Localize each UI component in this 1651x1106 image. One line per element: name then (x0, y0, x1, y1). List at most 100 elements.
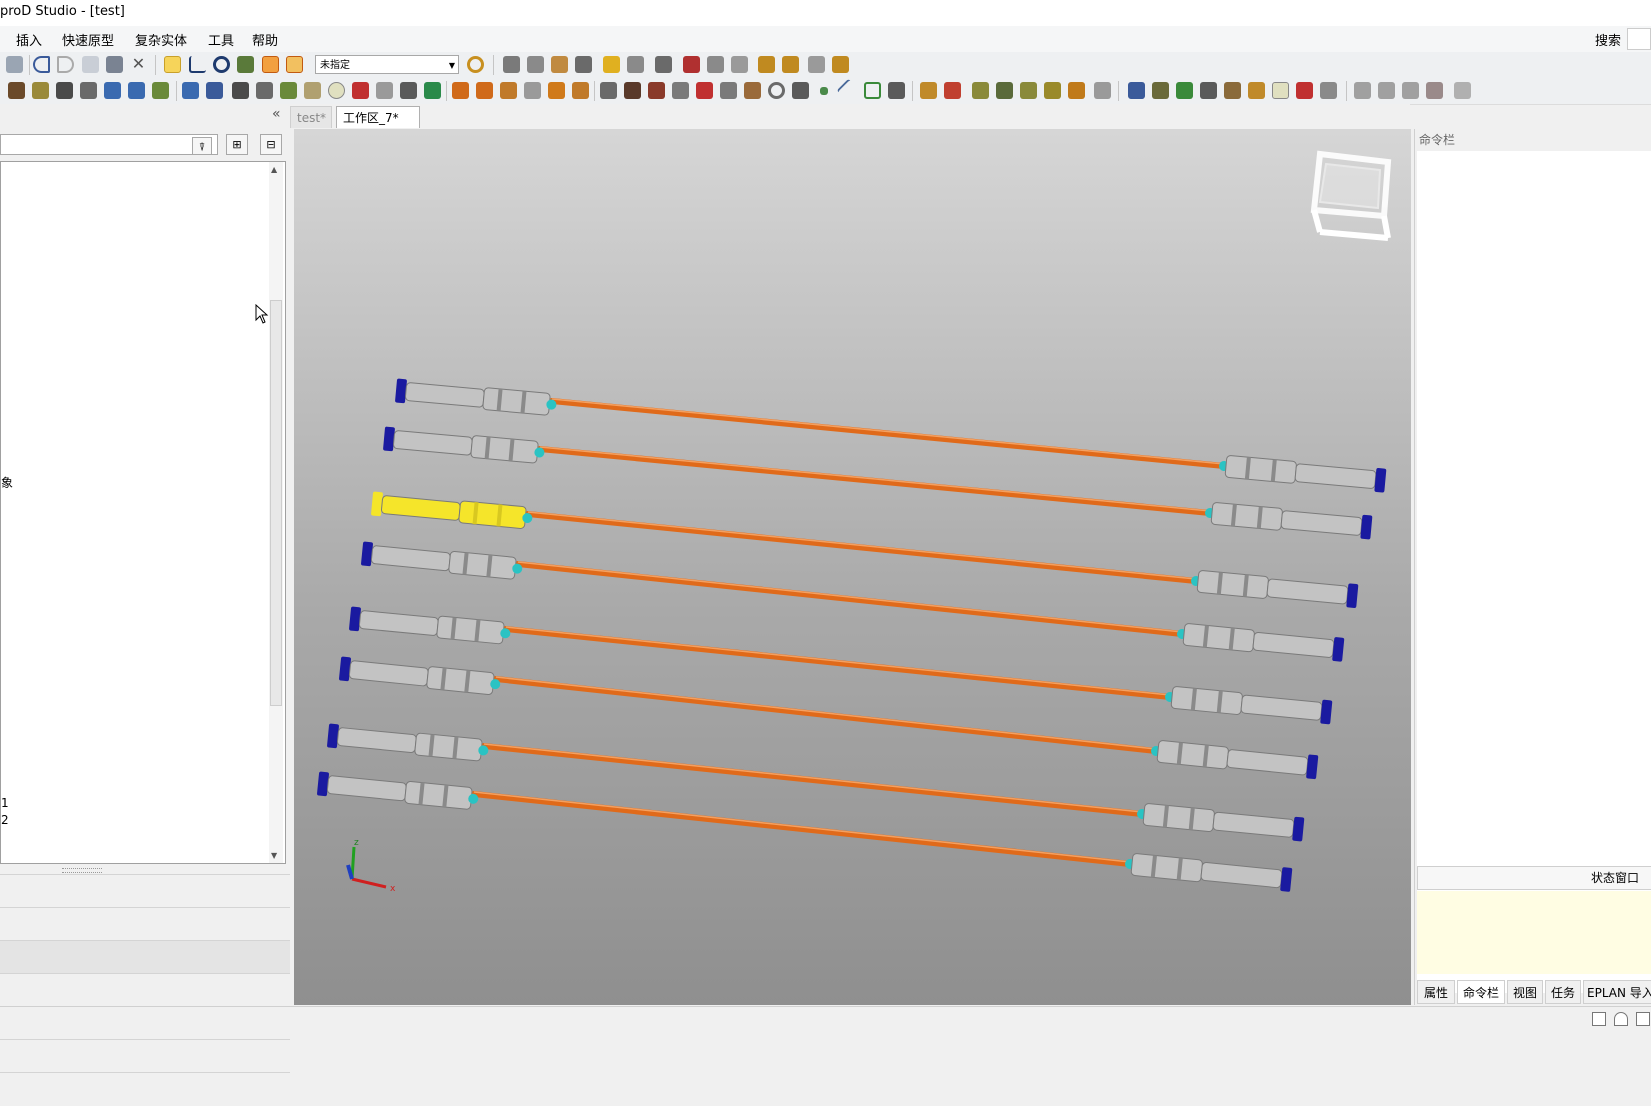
left-connector[interactable] (383, 426, 546, 465)
network-icon[interactable] (832, 56, 849, 73)
feature-icon[interactable] (376, 82, 393, 99)
feature-icon[interactable] (600, 82, 617, 99)
feature-icon[interactable] (572, 82, 589, 99)
right-connector[interactable] (1218, 454, 1387, 493)
connector-body[interactable] (336, 727, 417, 753)
harness-icon[interactable] (944, 82, 961, 99)
harness-1[interactable] (395, 378, 1387, 493)
cable-highlight[interactable] (483, 743, 1143, 813)
distance-icon[interactable] (655, 56, 672, 73)
feature-icon[interactable] (672, 82, 689, 99)
connector-sleeve[interactable] (1156, 740, 1229, 770)
axis-icon[interactable] (888, 82, 905, 99)
feature-icon[interactable] (768, 82, 785, 99)
snap-icon[interactable] (527, 56, 544, 73)
right-connector[interactable] (1124, 852, 1293, 892)
connector-body[interactable] (1252, 631, 1335, 658)
connector-end-cap[interactable] (383, 426, 395, 452)
right-connector[interactable] (1150, 739, 1319, 780)
connector-end-cap[interactable] (395, 378, 407, 404)
menu-complex-solid[interactable]: 复杂实体 (135, 30, 187, 49)
feature-icon[interactable] (32, 82, 49, 99)
left-connector[interactable] (317, 771, 480, 811)
harness-7[interactable] (327, 723, 1305, 842)
connector-sleeve[interactable] (426, 666, 495, 695)
connector-sleeve[interactable] (470, 435, 539, 464)
search-input[interactable] (1627, 28, 1651, 50)
connector-body[interactable] (1226, 749, 1309, 776)
feature-icon[interactable] (56, 82, 73, 99)
cable-tube[interactable] (537, 446, 1213, 516)
harness-2[interactable] (383, 426, 1373, 540)
connector-sleeve[interactable] (436, 615, 505, 645)
harness-assembly[interactable] (317, 378, 1387, 892)
cable-tube[interactable] (515, 561, 1185, 637)
harness-8[interactable] (317, 771, 1293, 892)
disabled-tool-icon[interactable] (1454, 82, 1471, 99)
connector-body[interactable] (1280, 510, 1363, 536)
connector-sleeve[interactable] (1224, 455, 1297, 484)
view-cube-icon[interactable] (1310, 150, 1392, 241)
tab-tasks[interactable]: 任务 (1545, 980, 1581, 1004)
cable-tube[interactable] (525, 511, 1199, 584)
right-connector[interactable] (1190, 569, 1359, 609)
pin-icon[interactable] (352, 82, 369, 99)
left-connector[interactable] (349, 606, 512, 645)
component-icon[interactable] (1296, 82, 1313, 99)
disabled-tool-icon[interactable] (1426, 82, 1443, 99)
component-icon[interactable] (1224, 82, 1241, 99)
tree-item-label[interactable]: 象 (1, 474, 13, 491)
collapse-all-icon[interactable]: ⊟ (260, 134, 282, 155)
left-connector[interactable] (361, 541, 524, 581)
collapse-panel-button[interactable]: « (272, 106, 281, 122)
menu-insert[interactable]: 插入 (16, 30, 42, 49)
tree-item-label[interactable]: 2 (1, 813, 9, 827)
3d-viewport[interactable]: x z (294, 129, 1411, 1005)
dimension-icon[interactable] (627, 56, 644, 73)
feature-icon[interactable] (400, 82, 417, 99)
connector-end-cap[interactable] (361, 541, 373, 567)
selection-filter-select[interactable]: 未指定 ▼ (315, 55, 459, 74)
feature-icon[interactable] (476, 82, 493, 99)
cable-highlight[interactable] (527, 511, 1197, 580)
connector-sleeve[interactable] (1182, 623, 1255, 653)
connector-body[interactable] (326, 775, 407, 802)
feature-icon[interactable] (128, 82, 145, 99)
right-connector[interactable] (1204, 501, 1373, 540)
tree-filter-input[interactable] (0, 134, 218, 155)
connector-end-cap[interactable] (1280, 867, 1293, 892)
harness-4[interactable] (361, 541, 1345, 662)
connector-end-cap[interactable] (349, 606, 361, 632)
connector-body[interactable] (393, 430, 473, 456)
cable-tube[interactable] (549, 398, 1227, 469)
filter-icon[interactable]: ⍒ (192, 137, 212, 155)
connector-body[interactable] (358, 610, 439, 636)
connector-end-cap[interactable] (1346, 583, 1359, 608)
connector-end-cap[interactable] (1374, 468, 1387, 493)
component-icon[interactable] (1176, 82, 1193, 99)
cable-tube[interactable] (493, 676, 1159, 754)
feature-icon[interactable] (524, 82, 541, 99)
connector-sleeve[interactable] (448, 550, 517, 580)
feature-icon[interactable] (500, 82, 517, 99)
select-point-icon[interactable] (237, 56, 254, 73)
scroll-up-icon[interactable]: ▲ (271, 165, 277, 174)
feature-icon[interactable] (424, 82, 441, 99)
harness-icon[interactable] (920, 82, 937, 99)
connector-sleeve[interactable] (1210, 502, 1283, 531)
feature-icon[interactable] (152, 82, 169, 99)
connector-body[interactable] (380, 495, 461, 521)
connector-sleeve[interactable] (1130, 853, 1203, 883)
connector-sleeve[interactable] (482, 387, 551, 416)
viewport-canvas[interactable]: x z (294, 129, 1411, 1005)
select-edge-icon[interactable] (189, 56, 206, 73)
connector-body[interactable] (370, 545, 451, 572)
screen-icon[interactable] (1636, 1012, 1650, 1026)
feature-icon[interactable] (696, 82, 713, 99)
feature-icon[interactable] (452, 82, 469, 99)
harness-icon[interactable] (996, 82, 1013, 99)
harness-icon[interactable] (1044, 82, 1061, 99)
harness-icon[interactable] (1094, 82, 1111, 99)
bulb-icon[interactable] (328, 82, 345, 99)
menu-help[interactable]: 帮助 (252, 30, 278, 49)
